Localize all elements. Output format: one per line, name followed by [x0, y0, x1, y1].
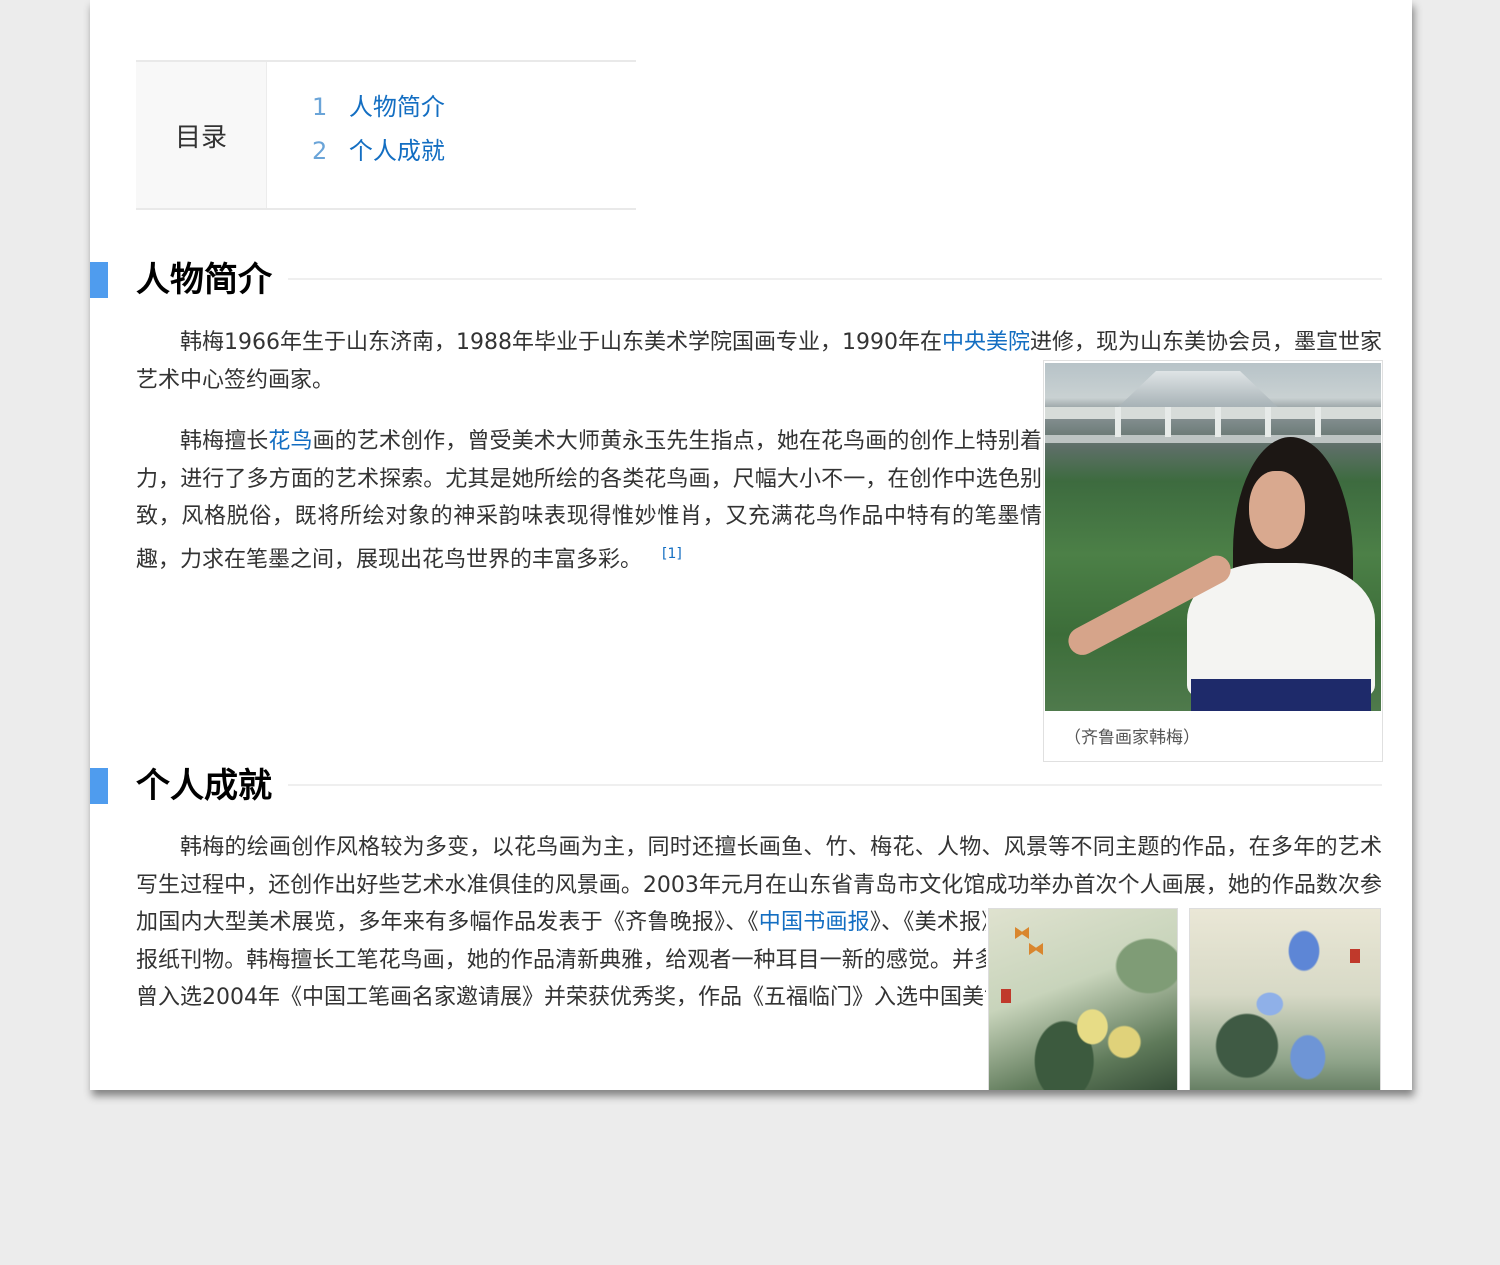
- pillar-shape: [1215, 407, 1221, 437]
- section-heading-achievements: 个人成就: [90, 764, 1382, 810]
- article-page: 目录 1 人物简介 2 个人成就 人物简介 韩梅1966年生于山东济南，1988…: [90, 0, 1412, 1090]
- section-title: 个人成就: [136, 766, 272, 806]
- section-divider: [288, 278, 1382, 280]
- section-heading-bio: 人物简介: [90, 258, 1382, 304]
- link-central-academy[interactable]: 中央美院: [942, 330, 1030, 355]
- table-of-contents: 目录 1 人物简介 2 个人成就: [136, 60, 636, 210]
- belt-shape: [1191, 679, 1371, 711]
- portrait-photo[interactable]: [1045, 363, 1381, 711]
- painting-lily-image[interactable]: [988, 908, 1178, 1090]
- butterfly-shape: [1015, 927, 1029, 939]
- portrait-figure[interactable]: （齐鲁画家韩梅）: [1043, 360, 1383, 762]
- text-span: 韩梅擅长: [180, 429, 269, 454]
- toc-item-label[interactable]: 人物简介: [349, 93, 445, 121]
- link-flower-bird[interactable]: 花鸟: [268, 429, 312, 454]
- text-span: 韩梅1966年生于山东济南，1988年毕业于山东美术学院国画专业，1990年在: [180, 330, 942, 355]
- painting-orchid-image[interactable]: [1189, 908, 1381, 1090]
- link-china-calligraphy-news[interactable]: 中国书画报: [759, 910, 870, 935]
- toc-item-number: 1: [312, 93, 328, 121]
- pavilion-rail-shape: [1045, 435, 1381, 443]
- seal-stamp: [1350, 949, 1360, 963]
- section-accent-bar: [90, 262, 108, 298]
- pillar-shape: [1115, 407, 1121, 437]
- section-title: 人物简介: [136, 260, 272, 300]
- section-divider: [288, 784, 1382, 786]
- toc-list: 1 人物简介 2 个人成就: [312, 92, 445, 180]
- section-accent-bar: [90, 768, 108, 804]
- toc-item-achievements[interactable]: 2 个人成就: [312, 136, 445, 180]
- bio-paragraph-2: 韩梅擅长花鸟画的艺术创作，曾受美术大师黄永玉先生指点，她在花鸟画的创作上特别着力…: [136, 423, 1042, 578]
- toc-heading: 目录: [136, 62, 267, 208]
- toc-item-number: 2: [312, 137, 328, 165]
- butterfly-shape: [1029, 943, 1043, 955]
- pillar-shape: [1265, 407, 1271, 437]
- reference-link[interactable]: [1]: [662, 546, 682, 562]
- pillar-shape: [1315, 407, 1321, 437]
- toc-item-label[interactable]: 个人成就: [349, 137, 445, 165]
- toc-item-bio[interactable]: 1 人物简介: [312, 92, 445, 136]
- photo-caption: （齐鲁画家韩梅）: [1064, 728, 1200, 748]
- pillar-shape: [1165, 407, 1171, 437]
- face-shape: [1249, 471, 1305, 549]
- seal-stamp: [1001, 989, 1011, 1003]
- paintings-gallery: [986, 906, 1382, 1090]
- pavilion-deck-shape: [1045, 407, 1381, 419]
- pavilion-roof-shape: [1118, 371, 1278, 407]
